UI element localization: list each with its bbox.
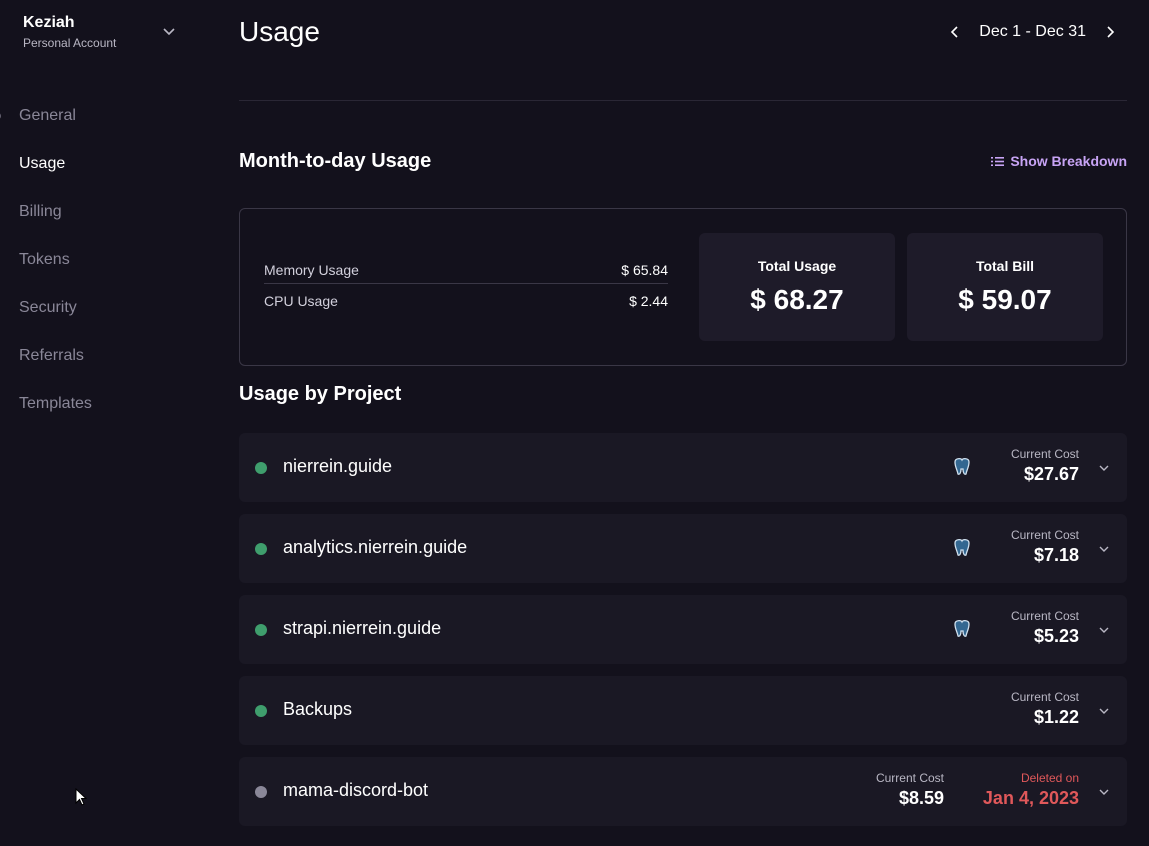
sidebar-item-security[interactable]: Security: [0, 284, 200, 332]
total-usage-card: Total Usage $ 68.27: [699, 233, 895, 341]
template-icon: [0, 397, 4, 411]
shield-icon: [0, 301, 4, 315]
memory-usage-label: Memory Usage: [264, 261, 359, 278]
gear-icon: [0, 113, 1, 119]
sidebar-item-general[interactable]: General: [0, 92, 200, 140]
project-row[interactable]: strapi.nierrein.guide Current Cost $5.23: [239, 595, 1127, 664]
project-row[interactable]: Backups Current Cost $1.22: [239, 676, 1127, 745]
memory-usage-row: Memory Usage $ 65.84: [264, 256, 668, 284]
total-bill-label: Total Bill: [975, 258, 1035, 274]
chevron-left-icon[interactable]: [948, 25, 962, 39]
chevron-right-icon[interactable]: [1103, 25, 1117, 39]
cost-value: $5.23: [1033, 626, 1079, 646]
project-list: nierrein.guide Current Cost $27.67 analy…: [239, 433, 1127, 838]
sidebar-nav: General Usage Billing Tokens Security Re…: [0, 92, 200, 428]
list-icon: [991, 156, 1005, 166]
cost-block: Current Cost $27.67: [1011, 447, 1079, 485]
date-range-label: Dec 1 - Dec 31: [979, 23, 1086, 40]
project-row[interactable]: nierrein.guide Current Cost $27.67: [239, 433, 1127, 502]
status-dot: [255, 462, 267, 474]
project-name: analytics.nierrein.guide: [283, 537, 468, 557]
usage-summary-card: Memory Usage $ 65.84 CPU Usage $ 2.44 To…: [239, 208, 1127, 366]
total-usage-label: Total Usage: [757, 258, 837, 274]
header-divider: [239, 100, 1127, 101]
cost-block: Current Cost $8.59: [876, 771, 944, 809]
sidebar-item-label: Security: [19, 299, 77, 316]
cost-label: Current Cost: [1010, 690, 1079, 704]
cpu-usage-row: CPU Usage $ 2.44: [264, 284, 668, 318]
chevron-down-icon[interactable]: [1098, 543, 1110, 555]
cost-label: Current Cost: [1010, 447, 1079, 461]
sidebar-item-label: General: [19, 107, 76, 124]
total-usage-value: $ 68.27: [750, 284, 844, 315]
project-row[interactable]: analytics.nierrein.guide Current Cost $7…: [239, 514, 1127, 583]
project-row[interactable]: mama-discord-bot Current Cost $8.59 Dele…: [239, 757, 1127, 826]
chevron-down-icon[interactable]: [1098, 786, 1110, 798]
sidebar-item-usage[interactable]: Usage: [0, 140, 200, 188]
chevron-down-icon[interactable]: [1098, 705, 1110, 717]
deleted-label: Deleted on: [1020, 771, 1079, 785]
sidebar-item-label: Referrals: [19, 347, 84, 364]
sidebar-item-tokens[interactable]: Tokens: [0, 236, 200, 284]
month-usage-title: Month-to-day Usage: [239, 150, 432, 172]
sidebar-item-label: Tokens: [19, 251, 70, 268]
cost-label: Current Cost: [1010, 609, 1079, 623]
postgres-icon: [954, 458, 970, 475]
account-switcher[interactable]: Keziah Personal Account: [23, 14, 183, 58]
receipt-icon: [0, 205, 4, 219]
sidebar-item-label: Billing: [19, 203, 62, 220]
deleted-block: Deleted on Jan 4, 2023: [983, 771, 1079, 809]
account-name: Keziah: [23, 14, 75, 31]
page-title: Usage: [239, 16, 320, 47]
show-breakdown-button[interactable]: Show Breakdown: [991, 153, 1127, 169]
sidebar: Keziah Personal Account General Usage Bi…: [0, 0, 200, 846]
status-dot: [255, 543, 267, 555]
sidebar-item-billing[interactable]: Billing: [0, 188, 200, 236]
project-name: nierrein.guide: [283, 456, 393, 476]
cost-value: $7.18: [1033, 545, 1079, 565]
cost-label: Current Cost: [875, 771, 944, 785]
sidebar-item-templates[interactable]: Templates: [0, 380, 200, 428]
postgres-icon: [954, 620, 970, 637]
cost-block: Current Cost $7.18: [1011, 528, 1079, 566]
chevron-down-icon[interactable]: [162, 24, 176, 38]
cpu-usage-value: $ 2.44: [629, 293, 668, 309]
cost-block: Current Cost $1.22: [1011, 690, 1079, 728]
cost-value: $1.22: [1033, 707, 1079, 727]
deleted-date: Jan 4, 2023: [982, 788, 1079, 808]
sidebar-item-referrals[interactable]: Referrals: [0, 332, 200, 380]
mouse-cursor-icon: [75, 788, 87, 806]
cost-value: $27.67: [1023, 464, 1079, 484]
cpu-usage-label: CPU Usage: [264, 293, 338, 309]
total-bill-card: Total Bill $ 59.07: [907, 233, 1103, 341]
project-name: mama-discord-bot: [283, 780, 429, 800]
cost-label: Current Cost: [1010, 528, 1079, 542]
sidebar-item-label: Templates: [19, 395, 92, 412]
account-type: Personal Account: [23, 36, 117, 50]
total-bill-value: $ 59.07: [958, 284, 1052, 315]
cost-block: Current Cost $5.23: [1011, 609, 1079, 647]
status-dot: [255, 705, 267, 717]
main-content: Usage Dec 1 - Dec 31 Month-to-day Usage …: [239, 0, 1127, 846]
chevron-down-icon[interactable]: [1098, 462, 1110, 474]
project-name: strapi.nierrein.guide: [283, 618, 442, 638]
cost-value: $8.59: [898, 788, 944, 808]
project-name: Backups: [283, 699, 353, 719]
key-icon: [0, 253, 4, 267]
show-breakdown-label: Show Breakdown: [1010, 153, 1127, 169]
chevron-down-icon[interactable]: [1098, 624, 1110, 636]
status-dot: [255, 624, 267, 636]
memory-usage-value: $ 65.84: [621, 261, 668, 278]
usage-breakdown-list: Memory Usage $ 65.84 CPU Usage $ 2.44: [264, 256, 668, 318]
gift-icon: [0, 349, 4, 363]
date-range-nav: Dec 1 - Dec 31: [948, 20, 1117, 44]
status-dot: [255, 786, 267, 798]
postgres-icon: [954, 539, 970, 556]
sidebar-item-label: Usage: [19, 155, 66, 172]
usage-by-project-title: Usage by Project: [239, 383, 402, 405]
